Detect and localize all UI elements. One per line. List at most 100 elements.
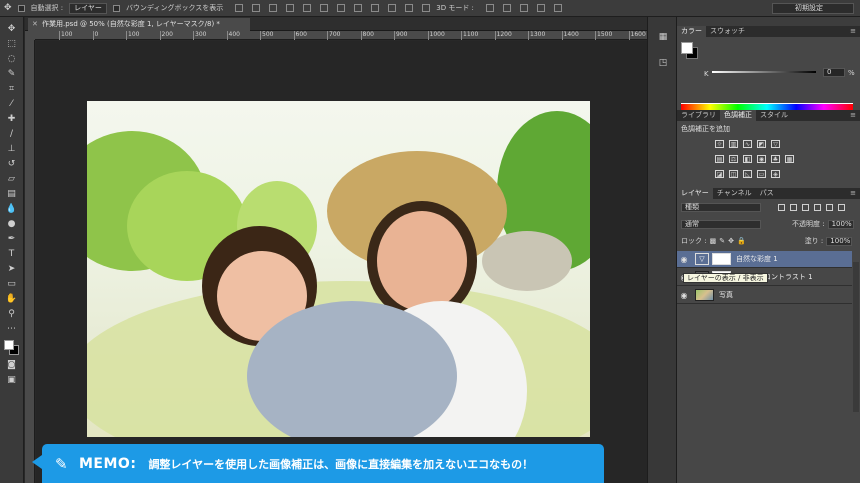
align-right-icon[interactable]: [320, 4, 329, 12]
photo-filter-icon[interactable]: ◉: [757, 155, 766, 163]
auto-select-dropdown[interactable]: レイヤー: [69, 2, 107, 14]
layer-name[interactable]: 写真: [719, 290, 733, 300]
tab-color[interactable]: カラー: [677, 26, 706, 37]
shape-tool-icon[interactable]: ▭: [5, 278, 19, 290]
foreground-color-swatch[interactable]: [681, 42, 693, 54]
align-vcenter-icon[interactable]: [252, 4, 261, 12]
panel-menu-icon[interactable]: ≡: [850, 110, 856, 121]
lasso-tool-icon[interactable]: ◌: [5, 53, 19, 65]
color-swatches[interactable]: [3, 340, 20, 356]
tab-libraries[interactable]: ライブラリ: [677, 110, 720, 121]
k-value-field[interactable]: 0: [823, 68, 845, 77]
brush-tool-icon[interactable]: ∕: [5, 128, 19, 140]
black-white-icon[interactable]: ◧: [743, 155, 752, 163]
distribute-top-icon[interactable]: [337, 4, 346, 12]
tab-styles[interactable]: スタイル: [756, 110, 792, 121]
align-bottom-icon[interactable]: [269, 4, 278, 12]
distribute-left-icon[interactable]: [388, 4, 397, 12]
visibility-eye-icon[interactable]: ◉: [677, 255, 691, 264]
distribute-right-icon[interactable]: [422, 4, 431, 12]
bounding-box-checkbox[interactable]: [112, 4, 120, 12]
history-panel-icon[interactable]: ▦: [657, 31, 669, 43]
pen-tool-icon[interactable]: ✒: [5, 233, 19, 245]
move-tool-icon[interactable]: ✥: [4, 3, 12, 13]
layer-mask-thumb[interactable]: [712, 253, 731, 265]
healing-brush-tool-icon[interactable]: ✚: [5, 113, 19, 125]
posterize-icon[interactable]: ◫: [729, 170, 738, 178]
tab-layers[interactable]: レイヤー: [677, 188, 713, 199]
zoom-tool-icon[interactable]: ⚲: [5, 308, 19, 320]
eyedropper-tool-icon[interactable]: ⁄: [5, 98, 19, 110]
tab-paths[interactable]: パス: [756, 188, 778, 199]
distribute-hcenter-icon[interactable]: [405, 4, 414, 12]
type-tool-icon[interactable]: T: [5, 248, 19, 260]
threshold-icon[interactable]: ◺: [743, 170, 752, 178]
3d-roll-icon[interactable]: [502, 4, 511, 12]
vertical-ruler[interactable]: [25, 40, 35, 483]
brightness-contrast-icon[interactable]: ☼: [715, 140, 724, 148]
foreground-color-swatch[interactable]: [3, 340, 14, 350]
channel-mixer-icon[interactable]: ♣: [771, 155, 780, 163]
workspace-dropdown[interactable]: 初期設定: [772, 3, 854, 14]
opacity-field[interactable]: 100%: [827, 219, 854, 229]
layers-scrollbar[interactable]: [853, 262, 859, 412]
3d-slide-icon[interactable]: [536, 4, 545, 12]
filter-adjustment-icon[interactable]: [790, 203, 797, 211]
canvas-area[interactable]: [36, 41, 647, 483]
visibility-eye-icon[interactable]: ◉: [677, 291, 691, 300]
k-slider[interactable]: [712, 71, 816, 73]
hand-tool-icon[interactable]: ✋: [5, 293, 19, 305]
layer-filter-dropdown[interactable]: 種類: [681, 202, 761, 212]
dodge-tool-icon[interactable]: ●: [5, 218, 19, 230]
filter-smart-object-icon[interactable]: [826, 203, 833, 211]
fill-field[interactable]: 100%: [826, 236, 853, 246]
3d-scale-icon[interactable]: [553, 4, 562, 12]
tab-swatches[interactable]: スウォッチ: [706, 26, 749, 37]
hue-saturation-icon[interactable]: ▤: [715, 155, 724, 163]
filter-toggle-icon[interactable]: [838, 203, 845, 211]
gradient-tool-icon[interactable]: ▤: [5, 188, 19, 200]
edit-toolbar-icon[interactable]: ⋯: [5, 323, 19, 335]
gradient-map-icon[interactable]: ▭: [757, 170, 766, 178]
lock-transparent-icon[interactable]: ▩: [710, 237, 717, 245]
align-hcenter-icon[interactable]: [303, 4, 312, 12]
lock-all-icon[interactable]: 🔒: [737, 237, 746, 245]
layer-name[interactable]: 自然な彩度 1: [736, 254, 778, 264]
close-icon[interactable]: ✕: [32, 18, 38, 31]
lock-image-icon[interactable]: ✎: [719, 237, 725, 245]
exposure-icon[interactable]: ◩: [757, 140, 766, 148]
layer-row[interactable]: ◉ 写真: [677, 287, 852, 304]
vibrance-icon[interactable]: ▽: [771, 140, 780, 148]
invert-icon[interactable]: ◪: [715, 170, 724, 178]
curves-icon[interactable]: ∿: [743, 140, 752, 148]
3d-drag-icon[interactable]: [519, 4, 528, 12]
align-left-icon[interactable]: [286, 4, 295, 12]
marquee-tool-icon[interactable]: ⬚: [5, 38, 19, 50]
lock-position-icon[interactable]: ✥: [728, 237, 734, 245]
tab-adjustments[interactable]: 色調補正: [720, 110, 756, 121]
ruler-origin[interactable]: [25, 31, 35, 40]
distribute-bottom-icon[interactable]: [371, 4, 380, 12]
auto-select-checkbox[interactable]: [17, 4, 25, 12]
eraser-tool-icon[interactable]: ▱: [5, 173, 19, 185]
panel-menu-icon[interactable]: ≡: [850, 26, 856, 37]
tab-channels[interactable]: チャンネル: [713, 188, 756, 199]
screen-mode-icon[interactable]: ▣: [5, 374, 19, 386]
blur-tool-icon[interactable]: 💧: [5, 203, 19, 215]
move-tool-icon[interactable]: ✥: [5, 23, 19, 35]
document-tab[interactable]: ✕ 作業用.psd @ 50% (自然な彩度 1, レイヤーマスク/8) *: [28, 18, 250, 31]
selective-color-icon[interactable]: ◈: [771, 170, 780, 178]
distribute-vcenter-icon[interactable]: [354, 4, 363, 12]
filter-type-icon[interactable]: [802, 203, 809, 211]
crop-tool-icon[interactable]: ⌗: [5, 83, 19, 95]
quick-mask-icon[interactable]: ◙: [5, 359, 19, 371]
color-lookup-icon[interactable]: ▦: [785, 155, 794, 163]
filter-pixel-icon[interactable]: [778, 203, 785, 211]
align-top-icon[interactable]: [235, 4, 244, 12]
filter-shape-icon[interactable]: [814, 203, 821, 211]
clone-stamp-tool-icon[interactable]: ⊥: [5, 143, 19, 155]
properties-panel-icon[interactable]: ◳: [657, 57, 669, 69]
history-brush-tool-icon[interactable]: ↺: [5, 158, 19, 170]
color-balance-icon[interactable]: ⚖: [729, 155, 738, 163]
layer-row[interactable]: ◉ ▽ 自然な彩度 1: [677, 251, 852, 268]
